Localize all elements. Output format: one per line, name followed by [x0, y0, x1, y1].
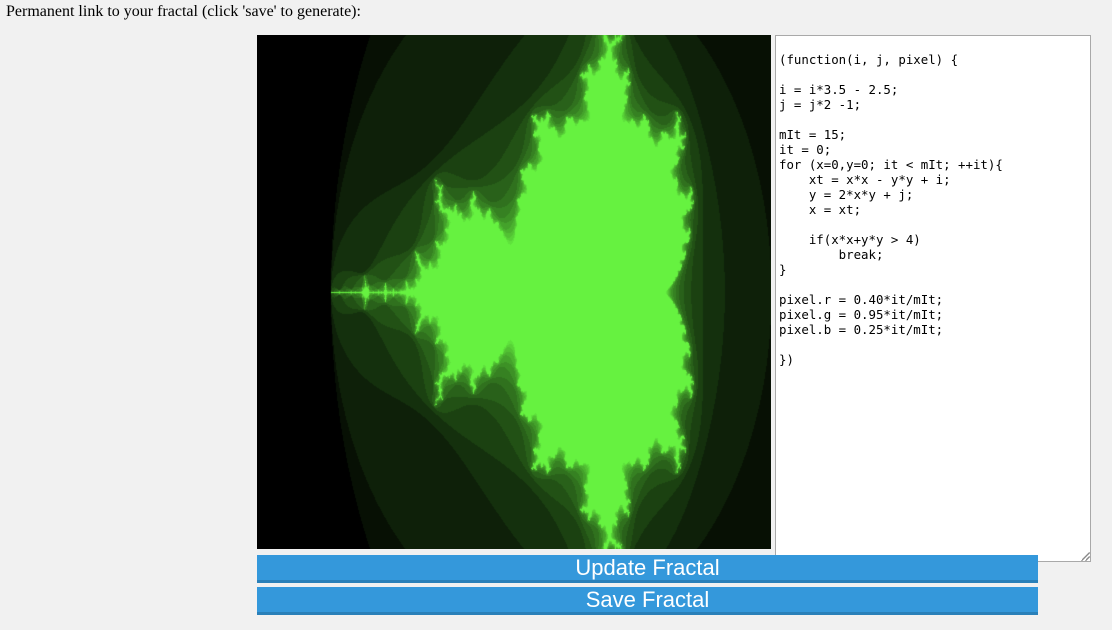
fractal-code-editor[interactable]: (function(i, j, pixel) { i = i*3.5 - 2.5…	[775, 35, 1091, 562]
save-fractal-button[interactable]: Save Fractal	[257, 587, 1038, 615]
permalink-label: Permanent link to your fractal (click 's…	[6, 3, 361, 20]
fractal-canvas[interactable]	[257, 35, 771, 549]
update-fractal-button[interactable]: Update Fractal	[257, 555, 1038, 583]
resize-grip-icon[interactable]	[1080, 551, 1090, 561]
fractal-canvas-container	[257, 35, 771, 549]
